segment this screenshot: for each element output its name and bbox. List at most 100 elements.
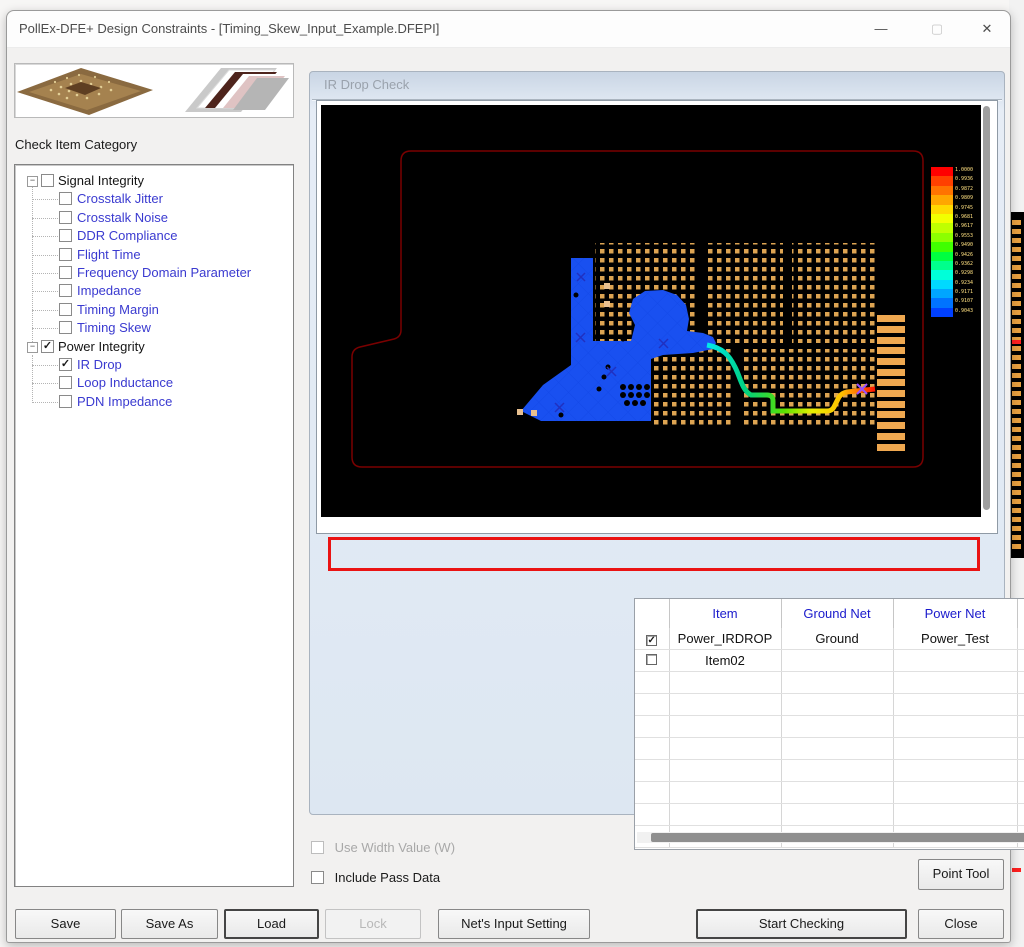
header-item: Item: [669, 599, 781, 628]
tree-item-crosstalk-jitter[interactable]: Crosstalk Jitter: [15, 190, 293, 208]
scrollbar-thumb[interactable]: [651, 833, 1024, 842]
tree-item-label: Crosstalk Jitter: [77, 191, 163, 207]
table-empty-row: [635, 694, 1024, 716]
table-empty-row: [635, 672, 1024, 694]
collapse-icon[interactable]: −: [27, 176, 38, 187]
ir-drop-checkbox[interactable]: [59, 358, 72, 371]
include-pass-data-option[interactable]: Include Pass Data: [311, 870, 440, 885]
table-empty-row: [635, 782, 1024, 804]
point-tool-button[interactable]: Point Tool: [918, 859, 1004, 890]
row-checkbox[interactable]: [646, 635, 657, 646]
pcb-ir-drop-visualization: [321, 105, 981, 517]
tree-item-ddr-compliance[interactable]: DDR Compliance: [15, 227, 293, 245]
start-checking-button[interactable]: Start Checking: [696, 909, 907, 939]
tree-item-flight-time[interactable]: Flight Time: [15, 246, 293, 264]
tree-item-power-integrity[interactable]: − Power Integrity: [15, 338, 293, 356]
table-horizontal-scrollbar[interactable]: [637, 832, 1024, 843]
crosstalk-jitter-checkbox[interactable]: [59, 192, 72, 205]
save-button[interactable]: Save: [15, 909, 116, 939]
image-vertical-scrollbar[interactable]: [983, 106, 990, 510]
table-row[interactable]: Item02 Single Net: [635, 650, 1024, 672]
cell-ground-net[interactable]: Ground: [781, 628, 893, 650]
tree-item-label: IR Drop: [77, 357, 122, 373]
timing-skew-checkbox[interactable]: [59, 321, 72, 334]
chip-and-layers-illustration: [15, 64, 291, 115]
include-pass-data-checkbox[interactable]: [311, 871, 324, 884]
tree-item-timing-margin[interactable]: Timing Margin: [15, 301, 293, 319]
ddr-compliance-checkbox[interactable]: [59, 229, 72, 242]
tree-item-pdn-impedance[interactable]: PDN Impedance: [15, 393, 293, 411]
frequency-domain-parameter-checkbox[interactable]: [59, 266, 72, 279]
include-pass-data-label: Include Pass Data: [335, 870, 441, 885]
check-item-category-label: Check Item Category: [15, 137, 137, 152]
tree-item-signal-integrity[interactable]: − Signal Integrity: [15, 172, 293, 190]
impedance-checkbox[interactable]: [59, 284, 72, 297]
tree-item-impedance[interactable]: Impedance: [15, 282, 293, 300]
loop-inductance-checkbox[interactable]: [59, 376, 72, 389]
use-width-value-label: Use Width Value (W): [335, 840, 455, 855]
cell-power-net[interactable]: Power_Test: [893, 628, 1017, 650]
tree-item-label: Flight Time: [77, 247, 141, 263]
table-empty-row: [635, 760, 1024, 782]
flight-time-checkbox[interactable]: [59, 248, 72, 261]
table-header-row: Item Ground Net Power Net Source Compone…: [635, 599, 1024, 628]
timing-margin-checkbox[interactable]: [59, 303, 72, 316]
window-title: PollEx-DFE+ Design Constraints - [Timing…: [19, 21, 439, 36]
background-pad-column: [1012, 220, 1021, 550]
tree-item-label: PDN Impedance: [77, 394, 172, 410]
design-constraints-dialog: PollEx-DFE+ Design Constraints - [Timing…: [6, 10, 1011, 943]
header-ground-net: Ground Net: [781, 599, 893, 628]
header-power-net: Power Net: [893, 599, 1017, 628]
tree-item-label: Power Integrity: [58, 339, 145, 355]
header-checkbox-column: [635, 599, 669, 628]
check-items-table[interactable]: Item Ground Net Power Net Source Compone…: [634, 598, 1024, 850]
load-button[interactable]: Load: [224, 909, 319, 939]
cell-item[interactable]: Power_IRDROP: [669, 628, 781, 650]
table-row[interactable]: Power_IRDROP Ground Power_Test PowerSour…: [635, 628, 1024, 650]
save-as-button[interactable]: Save As: [121, 909, 218, 939]
tree-item-ir-drop[interactable]: IR Drop: [15, 356, 293, 374]
cell-item[interactable]: Item02: [669, 650, 781, 672]
tree-item-label: Frequency Domain Parameter: [77, 265, 251, 281]
background-red-mark: [1012, 868, 1021, 872]
background-red-mark: [1012, 340, 1021, 344]
tree-item-crosstalk-noise[interactable]: Crosstalk Noise: [15, 209, 293, 227]
check-item-tree[interactable]: − Signal Integrity Crosstalk Jitter Cros…: [14, 164, 294, 887]
annotation-highlight: [328, 537, 980, 571]
tree-item-label: Timing Margin: [77, 302, 159, 318]
table-empty-row: [635, 738, 1024, 760]
tree-item-loop-inductance[interactable]: Loop Inductance: [15, 374, 293, 392]
background-pcb-view: [1009, 212, 1024, 558]
use-width-value-option[interactable]: Use Width Value (W): [311, 840, 455, 855]
crosstalk-noise-checkbox[interactable]: [59, 211, 72, 224]
nets-input-setting-button[interactable]: Net's Input Setting: [438, 909, 590, 939]
tree-item-timing-skew[interactable]: Timing Skew: [15, 319, 293, 337]
pdn-impedance-checkbox[interactable]: [59, 395, 72, 408]
tree-item-label: Signal Integrity: [58, 173, 144, 189]
table-empty-row: [635, 716, 1024, 738]
lock-button[interactable]: Lock: [325, 909, 421, 939]
table-empty-row: [635, 804, 1024, 826]
pcb-thumbnail-image: [14, 63, 294, 118]
collapse-icon[interactable]: −: [27, 342, 38, 353]
title-bar[interactable]: PollEx-DFE+ Design Constraints - [Timing…: [7, 11, 1010, 48]
cell-ground-net[interactable]: [781, 650, 893, 672]
tree-item-label: Loop Inductance: [77, 375, 173, 391]
tree-item-label: Crosstalk Noise: [77, 210, 168, 226]
signal-integrity-checkbox[interactable]: [41, 174, 54, 187]
group-title: IR Drop Check: [324, 77, 409, 92]
cell-source-component[interactable]: PowerSource: [1017, 628, 1024, 650]
pcb-view-panel[interactable]: 1.00000.99360.98720.98090.97450.96810.96…: [316, 100, 998, 534]
cell-source-component[interactable]: [1017, 650, 1024, 672]
close-icon[interactable]: ✕: [964, 11, 1010, 46]
use-width-value-checkbox[interactable]: [311, 841, 324, 854]
tree-item-label: Timing Skew: [77, 320, 151, 336]
power-integrity-checkbox[interactable]: [41, 340, 54, 353]
row-checkbox[interactable]: [646, 654, 657, 665]
minimize-icon[interactable]: —: [858, 11, 904, 46]
cell-power-net[interactable]: [893, 650, 1017, 672]
close-button[interactable]: Close: [918, 909, 1004, 939]
tree-item-frequency-domain-parameter[interactable]: Frequency Domain Parameter: [15, 264, 293, 282]
tree-item-label: DDR Compliance: [77, 228, 177, 244]
tree-item-label: Impedance: [77, 283, 141, 299]
